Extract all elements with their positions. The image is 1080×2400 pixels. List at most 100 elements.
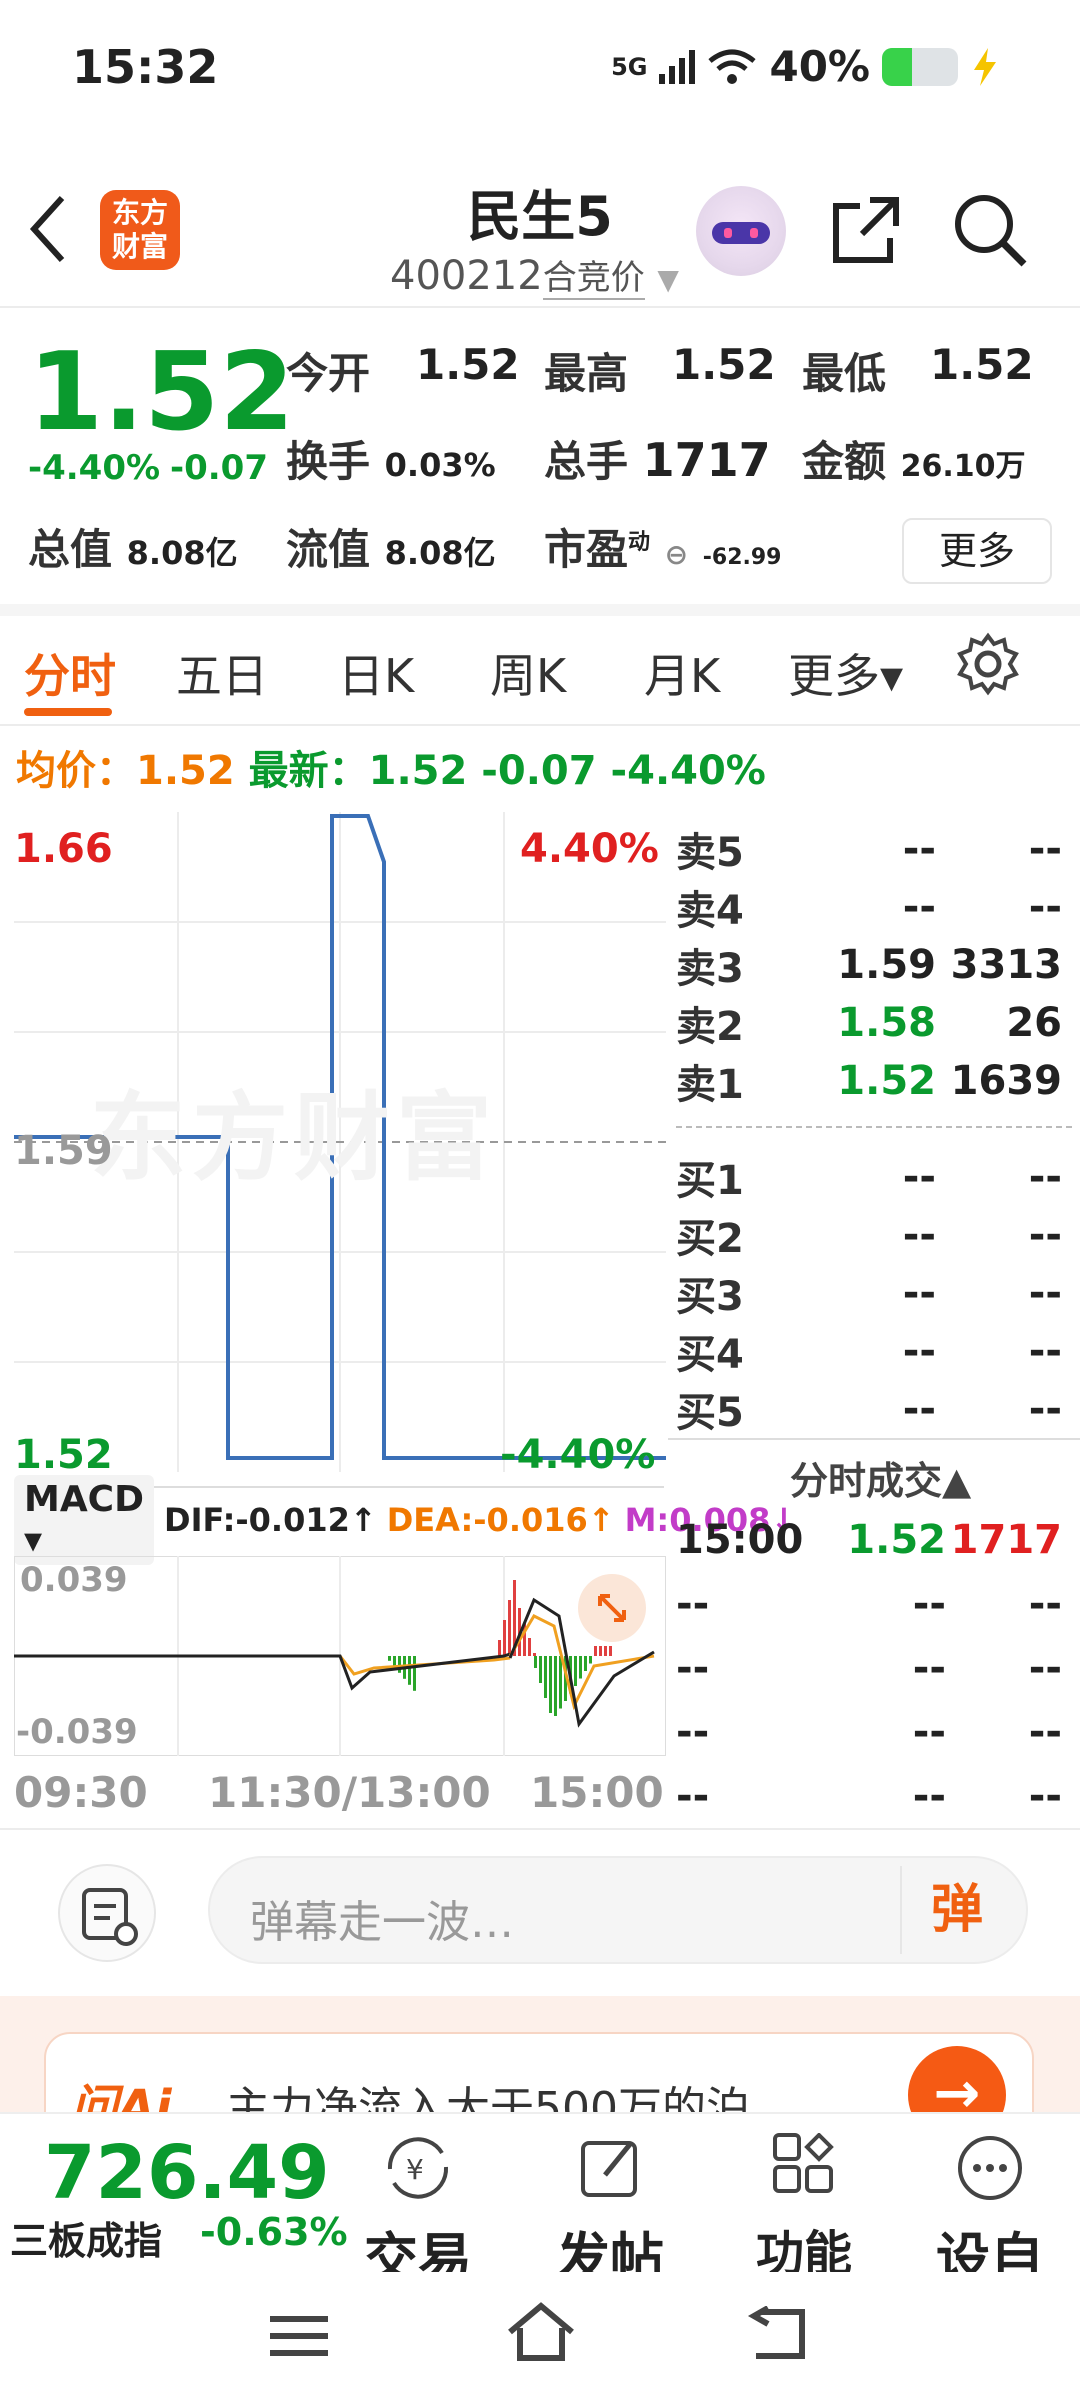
- tab-weekly-k[interactable]: 周K: [490, 640, 566, 706]
- stock-code: 400212: [390, 253, 543, 299]
- macd-selector[interactable]: MACD ▾: [14, 1475, 154, 1565]
- ask-row[interactable]: 卖5 -- --: [676, 820, 1072, 878]
- bid-qty: --: [1028, 1386, 1062, 1432]
- svg-text:¥: ¥: [406, 2153, 424, 2186]
- tab-daily-k[interactable]: 日K: [338, 640, 414, 706]
- ask-price: 1.52: [837, 1058, 936, 1104]
- macd-bar: [528, 1638, 531, 1656]
- bid-label: 买5: [676, 1390, 744, 1436]
- trade-price: --: [912, 1709, 946, 1755]
- bid-row[interactable]: 买3 -- --: [676, 1264, 1072, 1322]
- index-value[interactable]: 726.49: [44, 2130, 330, 2216]
- trade-price: --: [912, 1581, 946, 1627]
- trade-time: --: [676, 1709, 710, 1755]
- x-label-mid: 11:30/13:00: [208, 1768, 491, 1817]
- volume-stat: 总手 1717: [544, 433, 771, 487]
- macd-bar: [584, 1656, 587, 1671]
- bid-qty: --: [1028, 1270, 1062, 1316]
- bid-row[interactable]: 买4 -- --: [676, 1322, 1072, 1380]
- macd-bar: [413, 1656, 416, 1691]
- pe-stat: 市盈动 ⊖ -62.99: [544, 525, 782, 574]
- open-stat: 今开: [286, 349, 371, 398]
- edit-icon: [581, 2141, 637, 2197]
- y-label-mid: 1.59: [14, 1128, 113, 1174]
- ask-row[interactable]: 卖4 -- --: [676, 878, 1072, 936]
- danmaku-settings-icon[interactable]: [58, 1864, 156, 1962]
- trade-row: -- -- --: [676, 1764, 1072, 1828]
- nav-custom[interactable]: 设自: [920, 2128, 1060, 2293]
- tab-more[interactable]: 更多▾: [788, 640, 903, 706]
- trade-qty: --: [1028, 1709, 1062, 1755]
- tab-five-day[interactable]: 五日: [176, 640, 268, 706]
- trade-row: 15:00 1.52 1717: [676, 1508, 1072, 1572]
- watermark: 东方财富: [90, 1082, 498, 1194]
- signal-icon: [659, 49, 696, 84]
- macd-bar: [533, 1653, 536, 1656]
- search-icon[interactable]: [952, 192, 1028, 268]
- bid-row[interactable]: 买5 -- --: [676, 1380, 1072, 1438]
- stock-header: 东方 财富 民生5 400212合竞价 ▼: [0, 150, 1080, 310]
- ask-label: 卖5: [676, 830, 744, 876]
- active-tab-indicator: [24, 708, 112, 716]
- trade-time: --: [676, 1581, 710, 1627]
- macd-bar: [609, 1646, 612, 1656]
- macd-bar: [554, 1656, 557, 1716]
- high-stat: 最高: [544, 349, 629, 398]
- trade-price: --: [912, 1645, 946, 1691]
- float-stat: 流值 8.08亿: [286, 525, 496, 574]
- macd-bar: [398, 1656, 401, 1673]
- robot-avatar-icon[interactable]: [696, 186, 786, 276]
- gear-icon[interactable]: [956, 632, 1020, 696]
- trade-qty: --: [1028, 1581, 1062, 1627]
- ask-row[interactable]: 卖3 1.59 3313: [676, 936, 1072, 994]
- battery-percent: 40%: [769, 42, 870, 91]
- trades-title[interactable]: 分时成交▲: [790, 1450, 971, 1505]
- nav-features[interactable]: 功能: [734, 2128, 874, 2284]
- low-stat: 最低: [802, 349, 887, 398]
- trade-qty: 1717: [950, 1517, 1062, 1563]
- trade-price: --: [912, 1773, 946, 1819]
- macd-dea: DEA:-0.016↑: [386, 1501, 615, 1539]
- battery-icon: [882, 47, 958, 86]
- macd-bar: [549, 1656, 552, 1713]
- nav-trade[interactable]: ¥ 交易: [348, 2128, 488, 2293]
- trade-row: -- -- --: [676, 1572, 1072, 1636]
- ask-qty: 26: [1006, 1000, 1062, 1046]
- charging-icon: [974, 47, 996, 86]
- macd-bar: [539, 1656, 542, 1683]
- bid-row[interactable]: 买2 -- --: [676, 1206, 1072, 1264]
- tab-intraday[interactable]: 分时: [24, 640, 116, 706]
- danmaku-placeholder: 弹幕走一波…: [250, 1897, 514, 1948]
- tab-monthly-k[interactable]: 月K: [644, 640, 720, 706]
- trade-time: --: [676, 1773, 710, 1819]
- home-icon[interactable]: [506, 2302, 576, 2362]
- divider: [0, 724, 1080, 726]
- bid-row[interactable]: 买1 -- --: [676, 1148, 1072, 1206]
- ask-qty: --: [1028, 826, 1062, 872]
- macd-bar: [574, 1656, 577, 1686]
- ask-row[interactable]: 卖2 1.58 26: [676, 994, 1072, 1052]
- nav-post[interactable]: 发帖: [540, 2128, 680, 2293]
- stock-code-line[interactable]: 400212合竞价 ▼: [390, 250, 679, 300]
- divider: [0, 306, 1080, 308]
- macd-top-label: 0.039: [20, 1560, 128, 1600]
- menu-icon[interactable]: [270, 2314, 328, 2358]
- ask-row[interactable]: 卖1 1.52 1639: [676, 1052, 1072, 1110]
- macd-bar: [498, 1640, 501, 1656]
- bid-price: --: [902, 1154, 936, 1200]
- danmaku-send-button[interactable]: 弹: [900, 1866, 1012, 1954]
- macd-bar: [508, 1600, 511, 1656]
- ask-label: 卖4: [676, 888, 744, 934]
- macd-bar: [503, 1620, 506, 1656]
- bid-qty: --: [1028, 1154, 1062, 1200]
- back-nav-icon[interactable]: [746, 2306, 810, 2362]
- share-icon[interactable]: [830, 194, 902, 266]
- open-value: 1.52: [416, 340, 520, 389]
- index-change: -0.63%: [200, 2210, 348, 2254]
- more-button[interactable]: 更多: [902, 518, 1052, 584]
- trade-row: -- -- --: [676, 1700, 1072, 1764]
- bid-price: --: [902, 1270, 936, 1316]
- system-nav-bar: [0, 2272, 1080, 2400]
- bid-qty: --: [1028, 1212, 1062, 1258]
- more-icon: [958, 2136, 1022, 2200]
